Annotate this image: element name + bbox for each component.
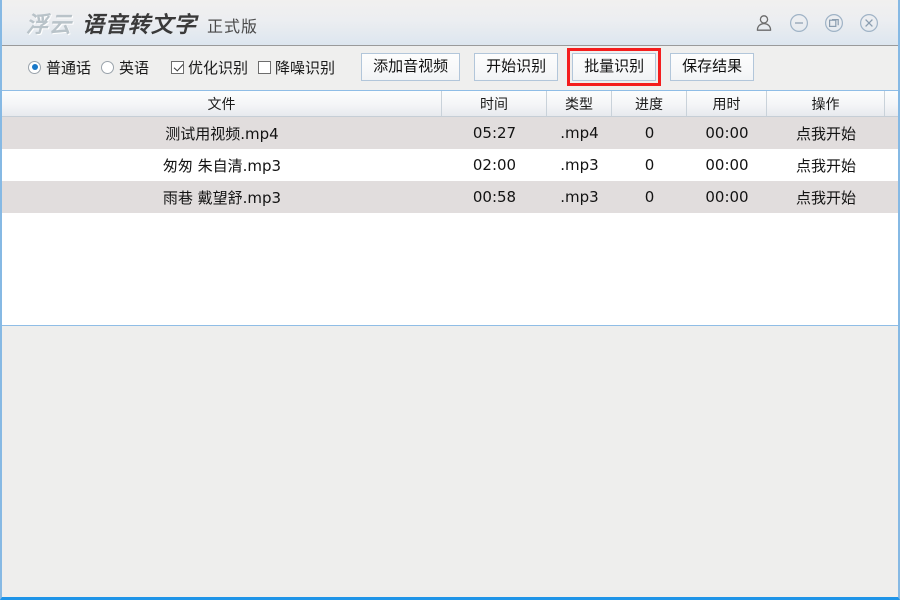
window-controls [753,0,880,45]
table-row[interactable]: 雨巷 戴望舒.mp3 00:58 .mp3 0 00:00 点我开始 [2,181,898,213]
column-header-time[interactable]: 时间 [442,91,547,116]
radio-mandarin-label: 普通话 [46,57,91,78]
checkbox-denoise-indicator [258,61,271,74]
close-button[interactable] [858,12,880,34]
radio-mandarin[interactable]: 普通话 [28,57,91,78]
column-header-file[interactable]: 文件 [2,91,442,116]
title-bar: 浮云 语音转文字 正式版 [2,0,898,45]
checkbox-optimize-label: 优化识别 [188,57,248,78]
cell-progress: 0 [612,149,687,181]
minimize-button[interactable] [788,12,810,34]
toolbar-buttons: 添加音视频 开始识别 批量识别 保存结果 [361,53,754,81]
cell-elapsed: 00:00 [687,117,767,149]
cell-file: 雨巷 戴望舒.mp3 [2,181,442,213]
add-media-button[interactable]: 添加音视频 [361,53,460,81]
cell-file: 测试用视频.mp4 [2,117,442,149]
save-result-button[interactable]: 保存结果 [670,53,754,81]
cell-action-start[interactable]: 点我开始 [767,149,885,181]
cell-time: 05:27 [442,117,547,149]
radio-mandarin-indicator [28,61,41,74]
app-window: 浮云 语音转文字 正式版 [0,0,900,600]
start-recognition-button[interactable]: 开始识别 [474,53,558,81]
account-icon[interactable] [753,12,775,34]
checkbox-optimize[interactable]: 优化识别 [171,57,248,78]
cell-filler [885,117,898,149]
cell-progress: 0 [612,117,687,149]
restore-button[interactable] [823,12,845,34]
cell-elapsed: 00:00 [687,181,767,213]
column-header-filler [885,91,898,116]
checkbox-denoise[interactable]: 降噪识别 [258,57,335,78]
start-recognition-button-wrap: 开始识别 [474,53,558,81]
save-result-button-wrap: 保存结果 [670,53,754,81]
column-header-progress[interactable]: 进度 [612,91,687,116]
column-header-action[interactable]: 操作 [767,91,885,116]
app-brand: 浮云 语音转文字 正式版 [26,7,258,39]
table-row[interactable]: 测试用视频.mp4 05:27 .mp4 0 00:00 点我开始 [2,117,898,149]
cell-type: .mp4 [547,117,612,149]
cell-progress: 0 [612,181,687,213]
radio-english-label: 英语 [119,57,149,78]
batch-recognition-highlight: 批量识别 [572,53,656,81]
cell-elapsed: 00:00 [687,149,767,181]
column-header-elapsed[interactable]: 用时 [687,91,767,116]
cell-file: 匆匆 朱自清.mp3 [2,149,442,181]
cell-type: .mp3 [547,181,612,213]
column-header-type[interactable]: 类型 [547,91,612,116]
cell-filler [885,149,898,181]
batch-recognition-button[interactable]: 批量识别 [572,53,656,81]
cell-time: 00:58 [442,181,547,213]
add-media-button-wrap: 添加音视频 [361,53,460,81]
cell-action-start[interactable]: 点我开始 [767,117,885,149]
table-row[interactable]: 匆匆 朱自清.mp3 02:00 .mp3 0 00:00 点我开始 [2,149,898,181]
brand-mark: 浮云 [26,7,72,39]
edition-label: 正式版 [207,13,258,37]
file-table-header: 文件 时间 类型 进度 用时 操作 [2,91,898,117]
file-table-panel: 文件 时间 类型 进度 用时 操作 测试用视频.mp4 05:27 .mp4 0… [2,90,898,326]
toolbar: 普通话 英语 优化识别 降噪识别 添加音视频 开始识别 [2,45,898,88]
radio-english[interactable]: 英语 [101,57,149,78]
result-output-panel[interactable] [2,326,898,597]
cell-filler [885,181,898,213]
checkbox-optimize-indicator [171,61,184,74]
cell-type: .mp3 [547,149,612,181]
app-title: 语音转文字 [82,7,197,39]
cell-time: 02:00 [442,149,547,181]
radio-english-indicator [101,61,114,74]
cell-action-start[interactable]: 点我开始 [767,181,885,213]
recognition-options: 普通话 英语 优化识别 降噪识别 [28,57,335,78]
checkbox-denoise-label: 降噪识别 [275,57,335,78]
